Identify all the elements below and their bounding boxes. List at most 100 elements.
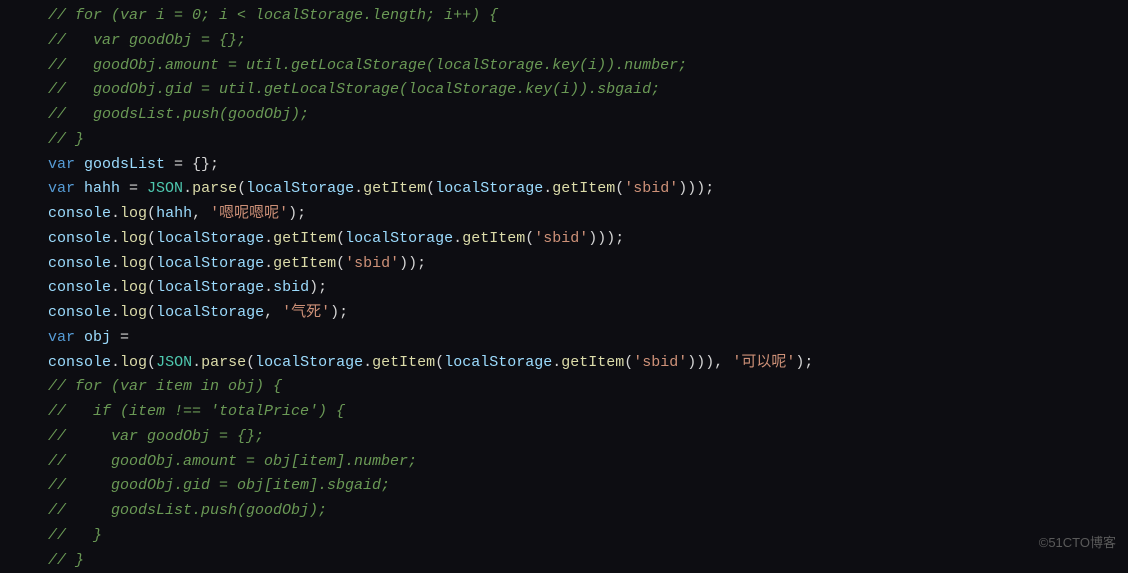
- token-func: getItem: [273, 255, 336, 272]
- token-func: log: [120, 304, 147, 321]
- token-punct: .: [192, 354, 201, 371]
- comment-text: // var goodObj = {};: [48, 32, 246, 49]
- code-line: console.log(hahh, '嗯呢嗯呢');: [48, 202, 1128, 227]
- token-punct: );: [288, 205, 306, 222]
- comment-text: // goodObj.amount = util.getLocalStorage…: [48, 57, 687, 74]
- token-punct: .: [453, 230, 462, 247]
- code-editor[interactable]: // for (var i = 0; i < localStorage.leng…: [0, 0, 1128, 573]
- token-func: getItem: [363, 180, 426, 197]
- token-object: console: [48, 279, 111, 296]
- token-object: localStorage: [156, 230, 264, 247]
- token-punct: (: [147, 304, 156, 321]
- token-variable: obj: [84, 329, 111, 346]
- token-func: parse: [192, 180, 237, 197]
- token-punct: .: [264, 279, 273, 296]
- token-object: localStorage: [156, 304, 264, 321]
- comment-text: // goodObj.gid = util.getLocalStorage(lo…: [48, 81, 660, 98]
- token-punct: )));: [678, 180, 714, 197]
- token-string: '嗯呢嗯呢': [210, 205, 288, 222]
- token-object: console: [48, 205, 111, 222]
- watermark-text: ©51CTO博客: [1039, 532, 1116, 553]
- token-variable: goodsList: [84, 156, 165, 173]
- token-punct: )));: [588, 230, 624, 247]
- token-class: JSON: [147, 180, 183, 197]
- token-punct: ));: [399, 255, 426, 272]
- token-punct: .: [543, 180, 552, 197]
- token-punct: ))),: [687, 354, 732, 371]
- token-object: localStorage: [444, 354, 552, 371]
- code-line: console.log(localStorage.getItem(localSt…: [48, 227, 1128, 252]
- comment-text: // if (item !== 'totalPrice') {: [48, 403, 345, 420]
- token-operator: =: [120, 180, 147, 197]
- token-punct: ,: [192, 205, 210, 222]
- comment-text: // }: [48, 527, 102, 544]
- token-keyword: var: [48, 180, 84, 197]
- token-object: localStorage: [345, 230, 453, 247]
- token-punct: (: [426, 180, 435, 197]
- token-string: 'sbid': [345, 255, 399, 272]
- token-operator: =: [111, 329, 129, 346]
- token-punct: (: [336, 230, 345, 247]
- comment-text: // goodsList.push(goodObj);: [48, 106, 309, 123]
- token-punct: .: [552, 354, 561, 371]
- token-object: console: [48, 354, 111, 371]
- code-line: // if (item !== 'totalPrice') {: [48, 400, 1128, 425]
- token-func: getItem: [372, 354, 435, 371]
- code-line: // goodsList.push(goodObj);: [48, 499, 1128, 524]
- code-line: // goodObj.gid = util.getLocalStorage(lo…: [48, 78, 1128, 103]
- token-object: localStorage: [255, 354, 363, 371]
- code-line: var obj =: [48, 326, 1128, 351]
- comment-text: // for (var item in obj) {: [48, 378, 282, 395]
- token-punct: (: [147, 354, 156, 371]
- token-punct: (: [147, 279, 156, 296]
- token-punct: .: [183, 180, 192, 197]
- token-punct: (: [336, 255, 345, 272]
- code-line: console.log(localStorage.sbid);: [48, 276, 1128, 301]
- token-punct: .: [264, 230, 273, 247]
- code-line: // }: [48, 128, 1128, 153]
- token-punct: .: [264, 255, 273, 272]
- token-variable: hahh: [156, 205, 192, 222]
- token-punct: .: [111, 279, 120, 296]
- token-punct: .: [111, 230, 120, 247]
- code-line: // var goodObj = {};: [48, 29, 1128, 54]
- code-line: console.log(localStorage, '气死');: [48, 301, 1128, 326]
- token-punct: (: [246, 354, 255, 371]
- token-func: getItem: [561, 354, 624, 371]
- token-object: localStorage: [156, 279, 264, 296]
- token-func: parse: [201, 354, 246, 371]
- token-punct: (: [615, 180, 624, 197]
- code-line: // }: [48, 524, 1128, 549]
- comment-text: // }: [48, 131, 84, 148]
- token-func: log: [120, 205, 147, 222]
- code-line: // goodObj.gid = obj[item].sbgaid;: [48, 474, 1128, 499]
- token-punct: .: [354, 180, 363, 197]
- token-func: log: [120, 279, 147, 296]
- token-prop: sbid: [273, 279, 309, 296]
- code-line: // for (var i = 0; i < localStorage.leng…: [48, 4, 1128, 29]
- token-keyword: var: [48, 329, 84, 346]
- token-punct: );: [330, 304, 348, 321]
- comment-text: // }: [48, 552, 84, 569]
- token-variable: hahh: [84, 180, 120, 197]
- token-punct: .: [111, 354, 120, 371]
- token-punct: {};: [192, 156, 219, 173]
- token-punct: );: [795, 354, 813, 371]
- token-keyword: var: [48, 156, 84, 173]
- token-punct: .: [111, 205, 120, 222]
- token-string: '可以呢': [732, 354, 795, 371]
- token-class: JSON: [156, 354, 192, 371]
- token-punct: .: [111, 255, 120, 272]
- comment-text: // goodObj.amount = obj[item].number;: [48, 453, 417, 470]
- token-object: localStorage: [156, 255, 264, 272]
- token-punct: (: [147, 255, 156, 272]
- token-string: '气死': [282, 304, 330, 321]
- token-punct: ,: [264, 304, 282, 321]
- token-punct: (: [624, 354, 633, 371]
- token-punct: (: [147, 205, 156, 222]
- token-operator: =: [165, 156, 192, 173]
- comment-text: // for (var i = 0; i < localStorage.leng…: [48, 7, 498, 24]
- token-object: console: [48, 230, 111, 247]
- code-line: // for (var item in obj) {: [48, 375, 1128, 400]
- token-punct: (: [237, 180, 246, 197]
